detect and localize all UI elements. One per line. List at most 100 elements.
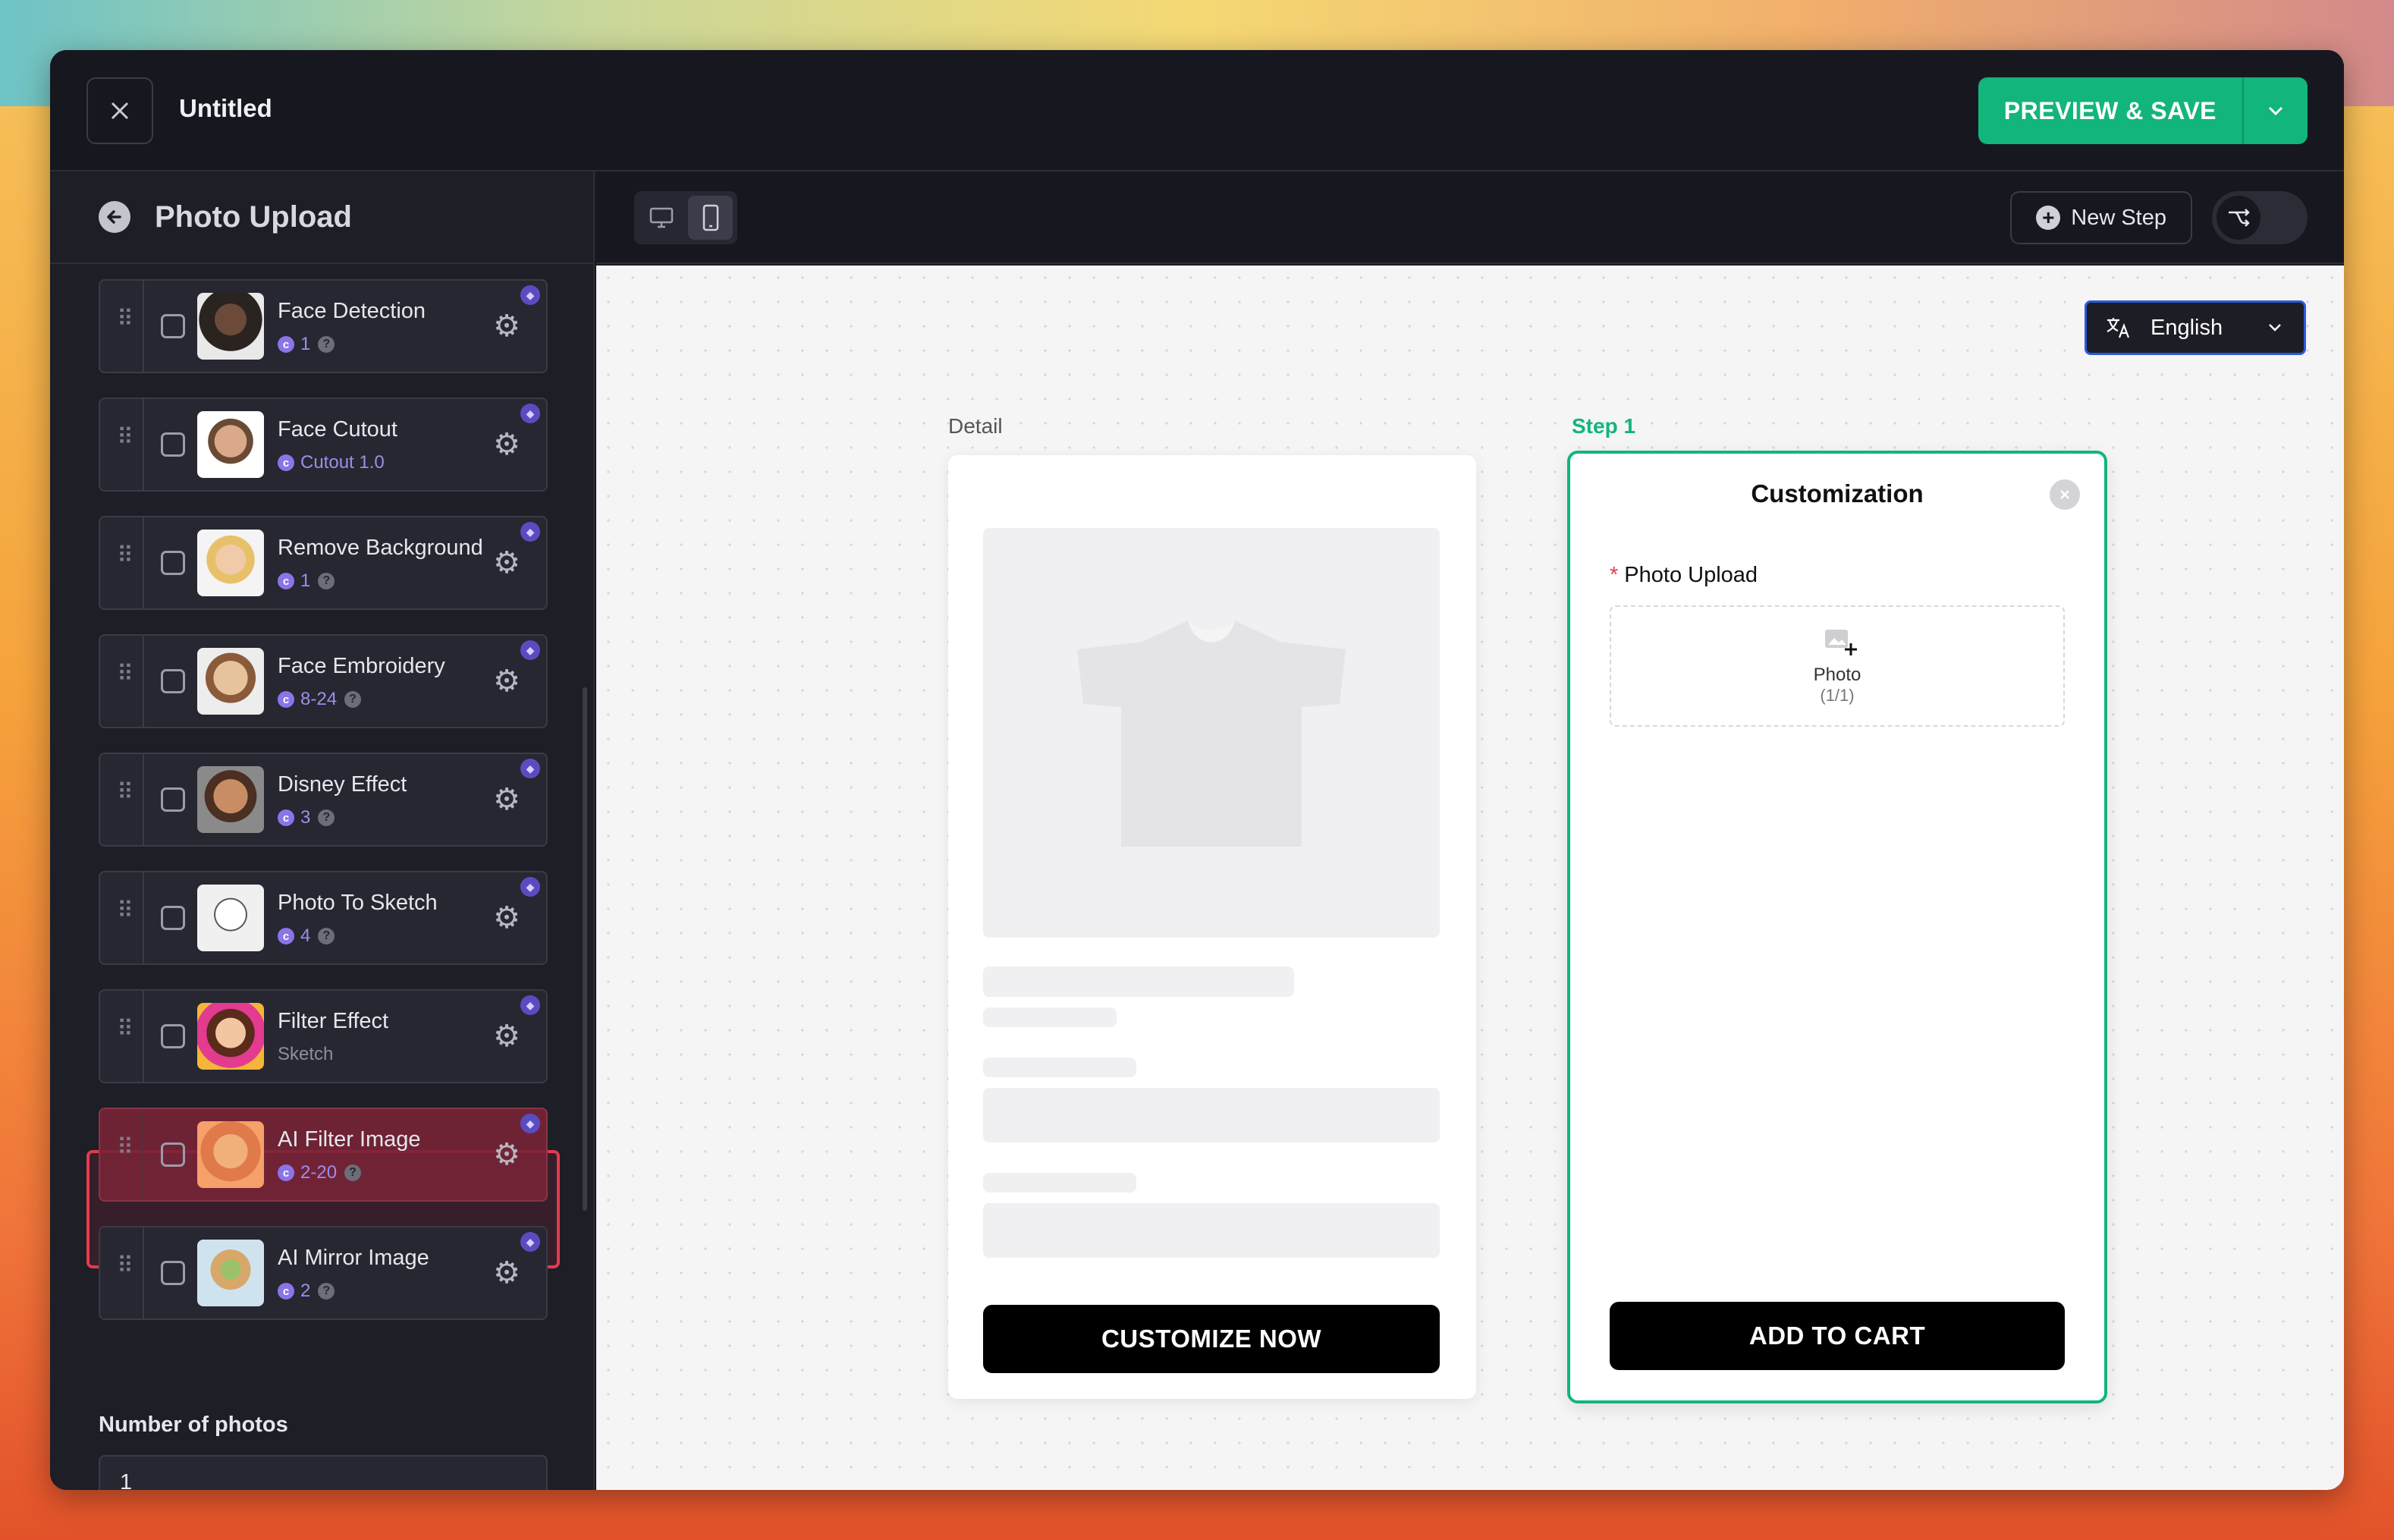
save-button-group: PREVIEW & SAVE	[1978, 77, 2308, 144]
effect-item[interactable]: ⠿ Face Detection c 1? ⚙ ◆	[99, 279, 548, 373]
gear-icon[interactable]: ⚙	[493, 903, 520, 933]
effect-checkbox[interactable]	[161, 1261, 185, 1285]
item-divider	[143, 636, 144, 727]
field-placeholder	[983, 1088, 1440, 1142]
gear-icon[interactable]: ⚙	[493, 311, 520, 341]
subtitle-placeholder	[983, 1007, 1117, 1027]
premium-gem-icon: ◆	[520, 1232, 540, 1252]
effect-name: AI Mirror Image	[278, 1246, 429, 1270]
gear-icon[interactable]: ⚙	[493, 1139, 520, 1170]
effect-name: Photo To Sketch	[278, 891, 438, 915]
desktop-icon	[649, 207, 673, 228]
effect-meta: c 8-24?	[278, 689, 362, 710]
effect-item[interactable]: ⠿ Remove Background c 1? ⚙ ◆	[99, 516, 548, 610]
help-icon[interactable]: ?	[318, 809, 335, 826]
effect-meta: c 4?	[278, 926, 335, 947]
gear-icon[interactable]: ⚙	[493, 429, 520, 460]
drag-handle-icon[interactable]: ⠿	[117, 545, 134, 567]
drag-handle-icon[interactable]: ⠿	[117, 663, 134, 686]
drag-handle-icon[interactable]: ⠿	[117, 1136, 134, 1159]
mobile-view-button[interactable]	[688, 196, 733, 240]
premium-gem-icon: ◆	[520, 1114, 540, 1133]
photo-upload-dropzone[interactable]: Photo (1/1)	[1610, 605, 2065, 727]
customize-now-button[interactable]: CUSTOMIZE NOW	[983, 1305, 1440, 1373]
drag-handle-icon[interactable]: ⠿	[117, 900, 134, 922]
sidebar-title: Photo Upload	[155, 200, 352, 234]
preview-save-button[interactable]: PREVIEW & SAVE	[1978, 77, 2242, 144]
effect-checkbox[interactable]	[161, 1024, 185, 1048]
gear-icon[interactable]: ⚙	[493, 666, 520, 696]
effect-meta-text: 8-24	[300, 689, 338, 709]
credit-icon: c	[278, 691, 294, 708]
customization-step-card[interactable]: Customization * Photo Upload Photo (1/1) …	[1567, 451, 2107, 1403]
effect-item[interactable]: ⠿ AI Mirror Image c 2? ⚙ ◆	[99, 1226, 548, 1320]
add-photo-icon	[1825, 630, 1857, 655]
help-icon[interactable]: ?	[318, 336, 335, 353]
effect-name: Filter Effect	[278, 1009, 389, 1033]
effect-meta: Sketch	[278, 1044, 333, 1065]
effect-item[interactable]: ⠿ AI Filter Image c 2-20? ⚙ ◆	[99, 1108, 548, 1202]
gear-icon[interactable]: ⚙	[493, 1021, 520, 1051]
title-placeholder	[983, 966, 1294, 997]
gear-icon[interactable]: ⚙	[493, 784, 520, 815]
item-divider	[143, 399, 144, 490]
number-of-photos-input[interactable]: 1	[99, 1455, 548, 1490]
drag-handle-icon[interactable]: ⠿	[117, 308, 134, 331]
help-icon[interactable]: ?	[344, 1164, 362, 1181]
effect-checkbox[interactable]	[161, 906, 185, 930]
photo-upload-field-label: * Photo Upload	[1610, 563, 1758, 588]
effect-name: AI Filter Image	[278, 1127, 421, 1152]
gear-icon[interactable]: ⚙	[493, 1258, 520, 1288]
detail-preview-card[interactable]: CUSTOMIZE NOW	[948, 455, 1476, 1399]
credit-icon: c	[278, 928, 294, 944]
effect-checkbox[interactable]	[161, 551, 185, 575]
credit-icon: c	[278, 573, 294, 589]
upload-label: Photo	[1813, 665, 1861, 685]
drag-handle-icon[interactable]: ⠿	[117, 781, 134, 804]
help-icon[interactable]: ?	[318, 1283, 335, 1300]
number-of-photos-label: Number of photos	[99, 1413, 288, 1437]
effect-meta-text: 1	[300, 570, 311, 591]
effect-item[interactable]: ⠿ Face Embroidery c 8-24? ⚙ ◆	[99, 634, 548, 728]
sidebar-scrollbar[interactable]	[583, 687, 587, 1211]
desktop-view-button[interactable]	[639, 196, 683, 240]
effect-meta: c 2-20?	[278, 1162, 362, 1183]
close-button[interactable]	[86, 77, 153, 144]
plus-icon: +	[2036, 206, 2061, 230]
help-icon[interactable]: ?	[318, 573, 335, 589]
effect-checkbox[interactable]	[161, 314, 185, 338]
premium-gem-icon: ◆	[520, 285, 540, 305]
save-options-button[interactable]	[2242, 77, 2308, 144]
effect-item[interactable]: ⠿ Filter Effect Sketch ⚙ ◆	[99, 989, 548, 1083]
language-select[interactable]: English	[2085, 300, 2306, 355]
language-value: English	[2151, 315, 2223, 340]
add-to-cart-button[interactable]: ADD TO CART	[1610, 1302, 2065, 1370]
step-close-button[interactable]	[2050, 479, 2080, 510]
help-icon[interactable]: ?	[318, 928, 335, 944]
canvas[interactable]: English Detail Step 1 CUSTOMIZE NOW Cust…	[596, 266, 2344, 1490]
photo-upload-label-text: Photo Upload	[1624, 563, 1758, 587]
effect-checkbox[interactable]	[161, 432, 185, 457]
new-step-button[interactable]: + New Step	[2010, 191, 2192, 244]
effect-item[interactable]: ⠿ Photo To Sketch c 4? ⚙ ◆	[99, 871, 548, 965]
drag-handle-icon[interactable]: ⠿	[117, 426, 134, 449]
back-arrow-icon[interactable]	[99, 201, 130, 233]
effect-item[interactable]: ⠿ Face Cutout c Cutout 1.0 ⚙ ◆	[99, 398, 548, 492]
effect-item[interactable]: ⠿ Disney Effect c 3? ⚙ ◆	[99, 753, 548, 847]
item-divider	[143, 872, 144, 963]
gear-icon[interactable]: ⚙	[493, 548, 520, 578]
premium-gem-icon: ◆	[520, 404, 540, 423]
effect-checkbox[interactable]	[161, 787, 185, 812]
effect-thumbnail	[197, 885, 264, 951]
premium-gem-icon: ◆	[520, 995, 540, 1015]
drag-handle-icon[interactable]: ⠿	[117, 1255, 134, 1278]
sidebar-header: Photo Upload	[50, 171, 593, 264]
effect-thumbnail	[197, 766, 264, 833]
flow-toggle[interactable]	[2212, 191, 2308, 244]
help-icon[interactable]: ?	[344, 691, 362, 708]
effect-meta: c 2?	[278, 1281, 335, 1302]
effect-checkbox[interactable]	[161, 669, 185, 693]
drag-handle-icon[interactable]: ⠿	[117, 1018, 134, 1041]
effect-meta-text: 1	[300, 334, 311, 354]
effect-checkbox[interactable]	[161, 1142, 185, 1167]
